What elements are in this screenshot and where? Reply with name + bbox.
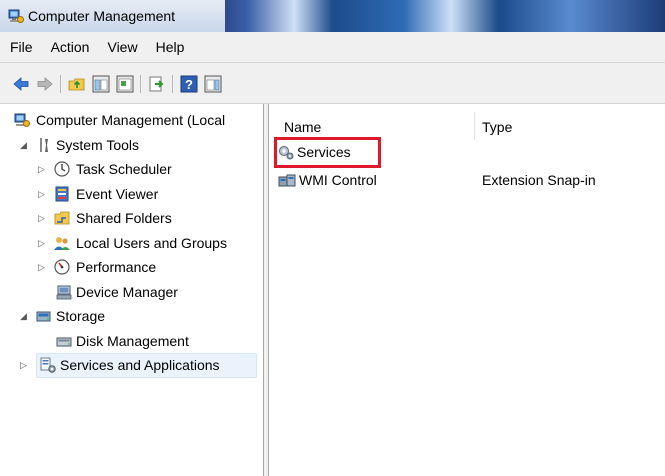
tree-item-performance[interactable]: ▷ Performance (0, 255, 262, 279)
device-manager-icon (56, 285, 72, 300)
tree-item-device-manager[interactable]: Device Manager (0, 280, 262, 304)
back-arrow-icon[interactable] (12, 75, 30, 93)
computer-management-icon (8, 9, 24, 23)
window-title: Computer Management (28, 8, 176, 24)
list-row-wmi-control[interactable]: WMI Control Extension Snap-in (278, 168, 658, 192)
tree-label: Performance (76, 259, 157, 275)
tree-item-shared-folders[interactable]: ▷ Shared Folders (0, 206, 262, 230)
expand-triangle-icon[interactable]: ▷ (38, 182, 48, 206)
menu-bar: File Action View Help (0, 32, 665, 63)
wmi-control-icon (278, 174, 296, 187)
up-folder-icon[interactable] (68, 75, 86, 93)
clock-icon (54, 161, 70, 177)
performance-gauge-icon (54, 259, 70, 275)
properties-icon[interactable] (116, 75, 134, 93)
column-header-type[interactable]: Type (482, 114, 512, 140)
tree-item-event-viewer[interactable]: ▷ Event Viewer (0, 182, 262, 206)
event-viewer-icon (55, 186, 69, 202)
menu-help[interactable]: Help (147, 39, 194, 55)
pane-splitter[interactable] (264, 104, 269, 476)
expand-triangle-icon[interactable]: ▷ (20, 353, 30, 377)
services-applications-icon (40, 357, 56, 373)
expand-triangle-icon[interactable]: ▷ (38, 255, 48, 279)
tree-label: Services and Applications (60, 357, 220, 373)
tree-label: Device Manager (76, 284, 178, 300)
column-divider[interactable] (474, 112, 475, 140)
help-icon[interactable]: ? (180, 75, 198, 93)
tree-item-task-scheduler[interactable]: ▷ Task Scheduler (0, 157, 262, 181)
shared-folder-icon (54, 211, 70, 225)
title-bar-glass (190, 0, 665, 32)
title-bar: Computer Management (0, 0, 665, 32)
tree-label: Local Users and Groups (76, 235, 227, 251)
tree-label: Event Viewer (76, 186, 159, 202)
show-hide-console-tree-icon[interactable] (92, 75, 110, 93)
computer-management-icon (14, 113, 30, 127)
forward-arrow-icon[interactable] (36, 75, 54, 93)
expand-triangle-icon[interactable]: ▷ (38, 206, 48, 230)
expand-triangle-icon[interactable]: ▷ (38, 157, 48, 181)
tree-item-local-users-and-groups[interactable]: ▷ Local Users and Groups (0, 231, 262, 255)
tree-item-storage[interactable]: ◢ Storage (0, 304, 262, 328)
highlight-box (274, 137, 381, 168)
toolbar: ? (0, 63, 665, 104)
users-icon (54, 237, 70, 250)
menu-action[interactable]: Action (42, 39, 99, 55)
menu-file[interactable]: File (0, 39, 42, 55)
tree-item-disk-management[interactable]: Disk Management (0, 329, 262, 353)
export-list-icon[interactable] (148, 75, 166, 93)
toolbar-separator (172, 75, 173, 93)
collapse-triangle-icon[interactable]: ◢ (20, 304, 30, 328)
disk-icon (56, 337, 72, 347)
toolbar-separator (140, 75, 141, 93)
svg-text:?: ? (185, 77, 193, 92)
tree-label: Disk Management (76, 333, 189, 349)
list-item-name: WMI Control (299, 172, 377, 188)
tree-label: Computer Management (Local (36, 112, 226, 128)
expand-triangle-icon[interactable]: ▷ (38, 231, 48, 255)
list-item-type: Extension Snap-in (482, 172, 596, 188)
tree-label: Task Scheduler (76, 161, 172, 177)
tree-label: Storage (56, 308, 106, 324)
tree-label: System Tools (56, 137, 139, 153)
menu-view[interactable]: View (98, 39, 146, 55)
toolbar-separator (60, 75, 61, 93)
tree-item-services-and-applications[interactable]: ▷ Services and Applications (0, 353, 262, 377)
collapse-triangle-icon[interactable]: ◢ (20, 133, 30, 157)
tree-item-root[interactable]: Computer Management (Local (0, 108, 262, 132)
storage-icon (36, 311, 51, 322)
action-pane-icon[interactable] (204, 75, 222, 93)
tools-icon (40, 138, 48, 152)
tree-label: Shared Folders (76, 210, 172, 226)
tree-item-system-tools[interactable]: ◢ System Tools (0, 133, 262, 157)
